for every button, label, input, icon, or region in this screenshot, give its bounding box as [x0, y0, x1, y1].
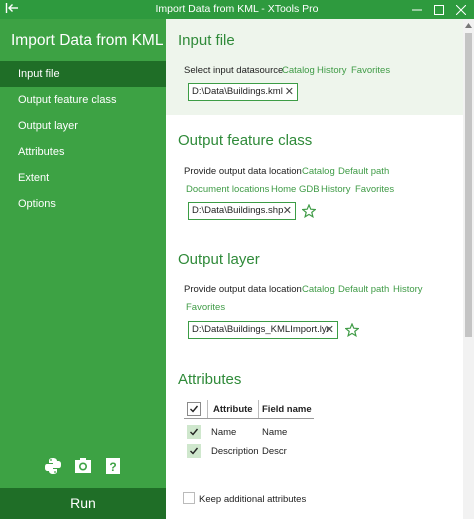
- sidebar: Import Data from KML Input file Output f…: [0, 19, 166, 519]
- column-header-field-name[interactable]: Field name: [262, 404, 312, 415]
- svg-text:?: ?: [109, 460, 116, 474]
- input-link-favorites[interactable]: Favorites: [351, 65, 390, 76]
- select-all-checkbox[interactable]: [187, 402, 201, 416]
- column-divider: [207, 400, 208, 418]
- ofc-path-chip[interactable]: D:\Data\Buildings.shp ✕: [188, 202, 296, 220]
- title-bar: Import Data from KML - XTools Pro: [0, 0, 474, 19]
- help-icon[interactable]: ?: [104, 457, 122, 475]
- ol-prompt: Provide output data location: [184, 284, 302, 295]
- sidebar-item-output-layer[interactable]: Output layer: [0, 113, 166, 139]
- favorite-star-icon[interactable]: [302, 204, 316, 218]
- output-feature-class-section: Output feature class Provide output data…: [166, 115, 463, 235]
- ofc-link-home-gdb[interactable]: Home GDB: [271, 184, 320, 195]
- python-icon[interactable]: [44, 457, 62, 475]
- maximize-icon: [434, 5, 444, 15]
- input-link-history[interactable]: History: [317, 65, 347, 76]
- close-icon: [456, 5, 466, 15]
- output-layer-title: Output layer: [178, 251, 260, 268]
- output-layer-section: Output layer Provide output data locatio…: [166, 235, 463, 359]
- input-file-title: Input file: [178, 32, 235, 49]
- maximize-button[interactable]: [428, 0, 450, 19]
- ol-link-history[interactable]: History: [393, 284, 423, 295]
- close-button[interactable]: [450, 0, 472, 19]
- ofc-link-document-locations[interactable]: Document locations: [186, 184, 269, 195]
- attributes-title: Attributes: [178, 371, 242, 388]
- ofc-path: D:\Data\Buildings.shp: [192, 205, 284, 216]
- app-title: Import Data from KML: [11, 32, 164, 49]
- checkmark-icon: [190, 447, 199, 455]
- ol-link-favorites[interactable]: Favorites: [186, 302, 225, 313]
- ol-link-default-path[interactable]: Default path: [338, 284, 389, 295]
- scroll-up-icon[interactable]: [465, 23, 472, 28]
- sidebar-item-extent[interactable]: Extent: [0, 165, 166, 191]
- keep-additional-label: Keep additional attributes: [199, 494, 307, 505]
- row-attribute-name: Name: [211, 427, 237, 438]
- sidebar-item-output-feature-class[interactable]: Output feature class: [0, 87, 166, 113]
- row-checkbox-description[interactable]: [187, 444, 201, 458]
- keep-additional-checkbox[interactable]: [183, 492, 195, 504]
- output-feature-class-title: Output feature class: [178, 132, 313, 149]
- remove-icon[interactable]: ✕: [325, 322, 334, 338]
- ol-path: D:\Data\Buildings_KMLImport.lyr: [192, 324, 330, 335]
- ol-path-chip[interactable]: D:\Data\Buildings_KMLImport.lyr ✕: [188, 321, 338, 339]
- sidebar-item-attributes[interactable]: Attributes: [0, 139, 166, 165]
- input-prompt: Select input datasource: [184, 65, 284, 76]
- ofc-link-favorites[interactable]: Favorites: [355, 184, 394, 195]
- attributes-section: Attributes Attribute Field name Name Nam…: [166, 359, 463, 519]
- window-title: Import Data from KML - XTools Pro: [155, 3, 319, 15]
- main-panel: Input file Select input datasource Catal…: [166, 19, 463, 519]
- checkmark-icon: [190, 428, 199, 436]
- remove-icon[interactable]: ✕: [285, 84, 294, 100]
- row-attribute-description: Description: [211, 446, 259, 457]
- row-checkbox-name[interactable]: [187, 425, 201, 439]
- minimize-button[interactable]: [406, 0, 428, 19]
- sidebar-item-options[interactable]: Options: [0, 191, 166, 217]
- minimize-icon: [412, 9, 422, 11]
- ofc-prompt: Provide output data location: [184, 166, 302, 177]
- favorite-star-icon[interactable]: [345, 323, 359, 337]
- remove-icon[interactable]: ✕: [283, 203, 292, 219]
- ofc-link-history[interactable]: History: [321, 184, 351, 195]
- checkmark-icon: [190, 405, 199, 413]
- input-file-section: Input file Select input datasource Catal…: [166, 19, 463, 115]
- scroll-thumb[interactable]: [465, 33, 472, 337]
- sidebar-item-input-file[interactable]: Input file: [0, 61, 166, 87]
- column-header-attribute[interactable]: Attribute: [213, 404, 253, 415]
- row-field-descr[interactable]: Descr: [262, 446, 287, 457]
- input-path: D:\Data\Buildings.kml: [192, 86, 283, 97]
- ofc-link-default-path[interactable]: Default path: [338, 166, 389, 177]
- screenshot-icon[interactable]: [74, 457, 92, 475]
- ol-link-catalog[interactable]: Catalog: [302, 284, 335, 295]
- input-path-chip[interactable]: D:\Data\Buildings.kml ✕: [188, 83, 298, 101]
- scrollbar[interactable]: [463, 19, 474, 519]
- run-button[interactable]: Run: [0, 488, 166, 519]
- row-field-name[interactable]: Name: [262, 427, 287, 438]
- column-divider: [258, 400, 259, 418]
- ofc-link-catalog[interactable]: Catalog: [302, 166, 335, 177]
- input-link-catalog[interactable]: Catalog: [282, 65, 315, 76]
